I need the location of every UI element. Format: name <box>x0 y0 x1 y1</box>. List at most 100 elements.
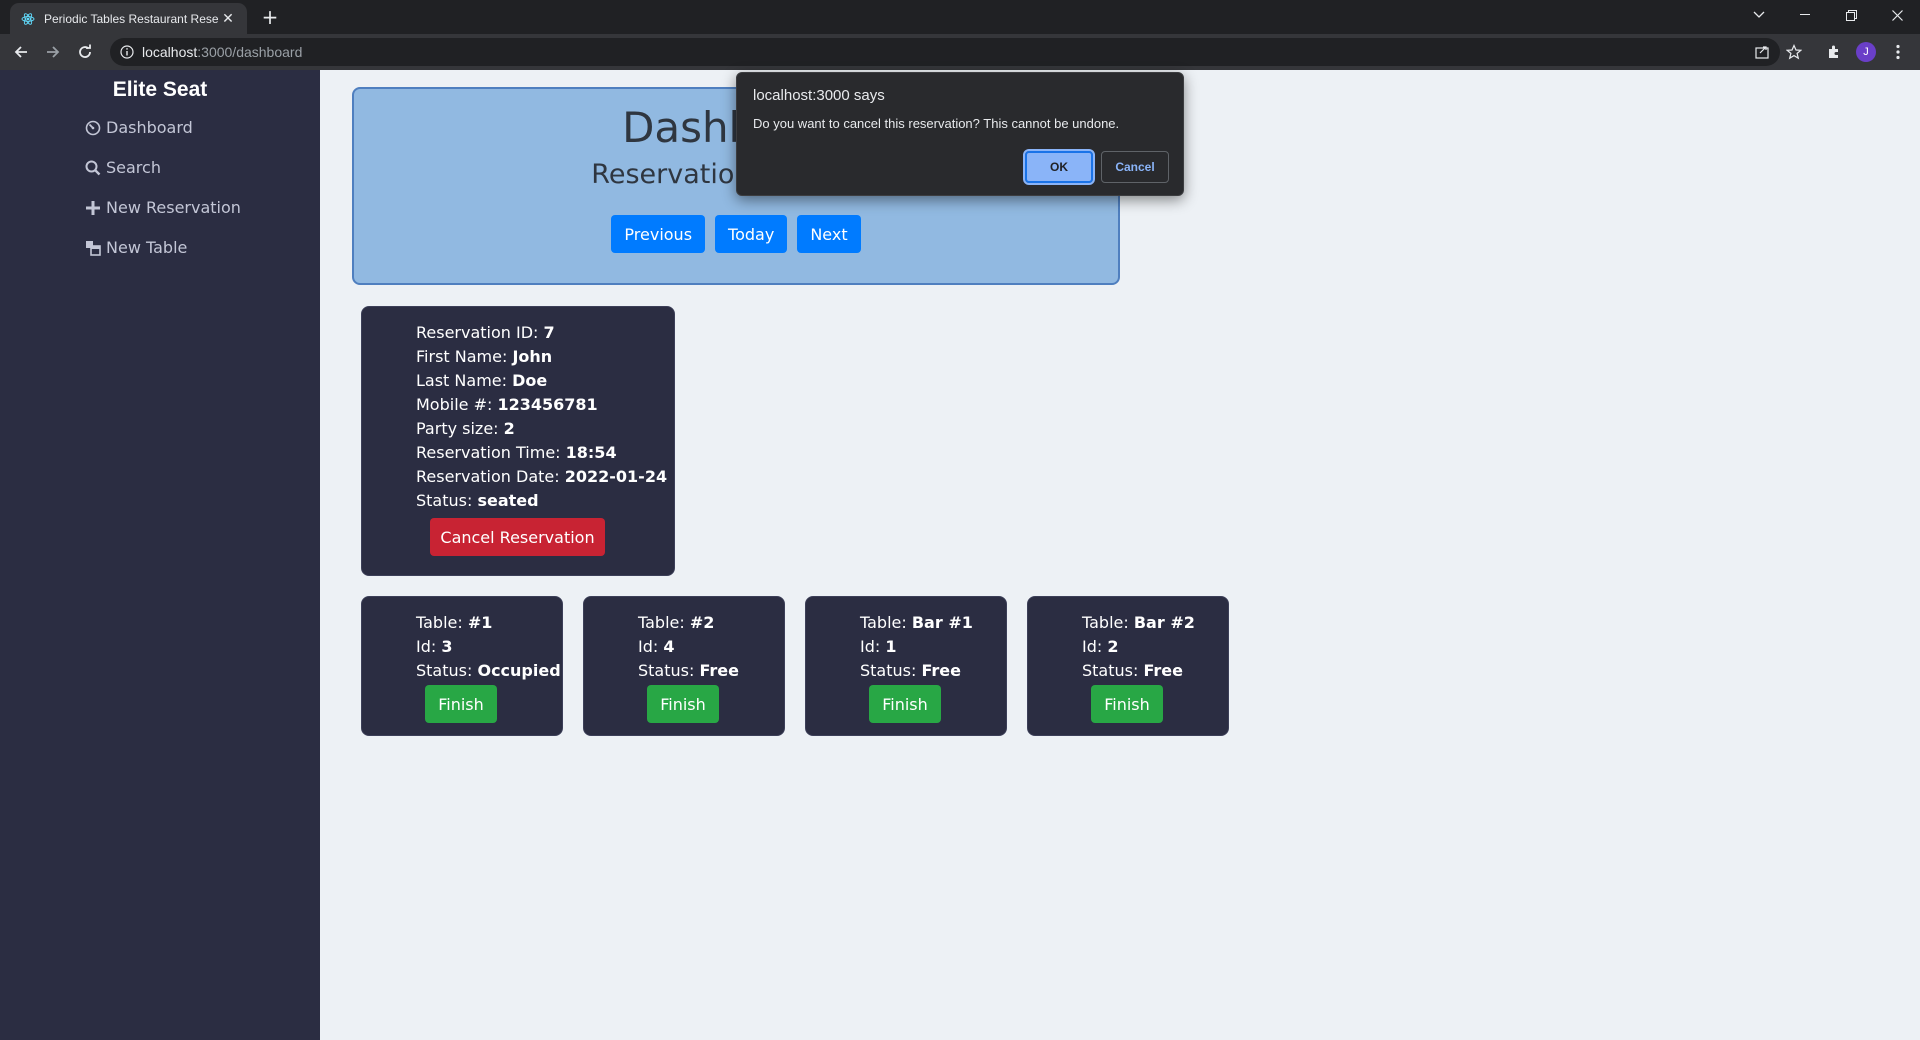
reload-icon[interactable] <box>72 40 98 64</box>
back-icon[interactable] <box>8 40 34 64</box>
table-id-line: Id: 3 <box>416 635 561 659</box>
cancel-reservation-button[interactable]: Cancel Reservation <box>430 518 605 556</box>
table-status-value: Free <box>699 661 739 680</box>
today-button[interactable]: Today <box>715 215 788 253</box>
reservation-time-value: 18:54 <box>565 443 617 462</box>
table-id-line: Id: 4 <box>638 635 739 659</box>
browser-tab[interactable]: Periodic Tables Restaurant Reservation ✕ <box>10 3 247 34</box>
finish-button[interactable]: Finish <box>1091 685 1163 723</box>
extensions-icon[interactable] <box>1824 42 1844 62</box>
table-status-line: Status: Occupied <box>416 659 561 683</box>
sidebar-item-label: Dashboard <box>106 118 193 137</box>
browser-toolbar: localhost:3000/dashboard J <box>0 34 1920 70</box>
dialog-title: localhost:3000 says <box>753 87 885 104</box>
table-card: Table: Bar #1 Id: 1 Status: Free Finish <box>805 596 1007 736</box>
finish-button[interactable]: Finish <box>869 685 941 723</box>
tab-title: Periodic Tables Restaurant Reservation <box>44 11 219 26</box>
table-name-line: Table: #1 <box>416 611 561 635</box>
table-details: Table: Bar #1 Id: 1 Status: Free <box>860 611 973 683</box>
sidebar-item-search[interactable]: Search <box>84 158 161 177</box>
sidebar: Elite Seat Dashboard Search New Reservat… <box>0 70 320 1040</box>
sidebar-item-new-table[interactable]: New Table <box>84 238 187 257</box>
profile-initial: J <box>1856 42 1876 62</box>
first-name-value: John <box>512 347 553 366</box>
table-id-line: Id: 2 <box>1082 635 1195 659</box>
reservation-date-line: Reservation Date: 2022-01-24 <box>416 465 667 489</box>
table-card: Table: Bar #2 Id: 2 Status: Free Finish <box>1027 596 1229 736</box>
next-button[interactable]: Next <box>797 215 861 253</box>
field-label: Party size: <box>416 419 504 438</box>
field-label: Table: <box>1082 613 1134 632</box>
field-label: Reservation ID: <box>416 323 544 342</box>
mobile-line: Mobile #: 123456781 <box>416 393 667 417</box>
table-card: Table: #2 Id: 4 Status: Free Finish <box>583 596 785 736</box>
field-label: Mobile #: <box>416 395 498 414</box>
table-details: Table: #1 Id: 3 Status: Occupied <box>416 611 561 683</box>
url-host: localhost <box>142 44 198 60</box>
close-window-icon[interactable] <box>1874 0 1920 30</box>
table-details: Table: #2 Id: 4 Status: Free <box>638 611 739 683</box>
browser-titlebar: Periodic Tables Restaurant Reservation ✕… <box>0 0 1920 34</box>
tab-search-icon[interactable] <box>1736 0 1782 30</box>
url-path: :3000/dashboard <box>197 44 303 60</box>
last-name-line: Last Name: Doe <box>416 369 667 393</box>
tab-close-icon[interactable]: ✕ <box>219 11 237 27</box>
browser-menu-icon[interactable] <box>1888 42 1908 62</box>
field-label: Id: <box>638 637 664 656</box>
minimize-icon[interactable] <box>1782 0 1828 30</box>
finish-button[interactable]: Finish <box>647 685 719 723</box>
table-name-value: Bar #1 <box>911 613 973 632</box>
party-size-value: 2 <box>503 419 515 438</box>
previous-button[interactable]: Previous <box>611 215 706 253</box>
field-label: Id: <box>860 637 886 656</box>
sidebar-item-label: New Table <box>106 238 188 257</box>
profile-avatar[interactable]: J <box>1856 42 1876 62</box>
field-label: Table: <box>638 613 690 632</box>
dialog-ok-button[interactable]: OK <box>1023 149 1095 185</box>
plus-icon <box>84 199 102 217</box>
table-id-value: 4 <box>663 637 675 656</box>
date-navigation: Previous Today Next <box>354 215 1118 253</box>
last-name-value: Doe <box>512 371 548 390</box>
new-tab-button[interactable]: + <box>258 6 282 28</box>
bookmark-star-icon[interactable] <box>1784 42 1804 62</box>
status-line: Status: seated <box>416 489 667 513</box>
table-status-line: Status: Free <box>860 659 973 683</box>
reservation-time-line: Reservation Time: 18:54 <box>416 441 667 465</box>
reservation-card: Reservation ID: 7 First Name: John Last … <box>361 306 675 576</box>
table-name-line: Table: Bar #1 <box>860 611 973 635</box>
react-favicon-icon <box>20 11 36 27</box>
table-details: Table: Bar #2 Id: 2 Status: Free <box>1082 611 1195 683</box>
finish-button[interactable]: Finish <box>425 685 497 723</box>
reservation-details: Reservation ID: 7 First Name: John Last … <box>416 321 667 513</box>
forward-icon[interactable] <box>40 40 66 64</box>
dashboard-icon <box>84 119 102 137</box>
table-name-value: Bar #2 <box>1133 613 1195 632</box>
share-icon[interactable] <box>1752 42 1772 62</box>
site-info-icon[interactable] <box>120 45 134 59</box>
field-label: Last Name: <box>416 371 513 390</box>
sidebar-item-new-reservation[interactable]: New Reservation <box>84 198 241 217</box>
field-label: Table: <box>416 613 468 632</box>
table-name-line: Table: #2 <box>638 611 739 635</box>
first-name-line: First Name: John <box>416 345 667 369</box>
sidebar-item-dashboard[interactable]: Dashboard <box>84 118 193 137</box>
field-label: Table: <box>860 613 912 632</box>
dialog-cancel-button[interactable]: Cancel <box>1101 151 1169 183</box>
address-bar[interactable]: localhost:3000/dashboard <box>110 38 1780 66</box>
sidebar-item-label: Search <box>106 158 161 177</box>
field-label: Status: <box>638 661 700 680</box>
reservation-id-line: Reservation ID: 7 <box>416 321 667 345</box>
reservation-id-value: 7 <box>543 323 555 342</box>
party-size-line: Party size: 2 <box>416 417 667 441</box>
table-icon <box>84 239 102 257</box>
mobile-value: 123456781 <box>497 395 598 414</box>
dialog-message: Do you want to cancel this reservation? … <box>753 116 1120 131</box>
table-name-line: Table: Bar #2 <box>1082 611 1195 635</box>
main-content: Dashboard Reservations for date Previous… <box>320 70 1920 1040</box>
field-label: Reservation Date: <box>416 467 565 486</box>
restore-icon[interactable] <box>1828 0 1874 30</box>
status-value: seated <box>477 491 539 510</box>
field-label: First Name: <box>416 347 513 366</box>
brand-title[interactable]: Elite Seat <box>0 78 320 102</box>
